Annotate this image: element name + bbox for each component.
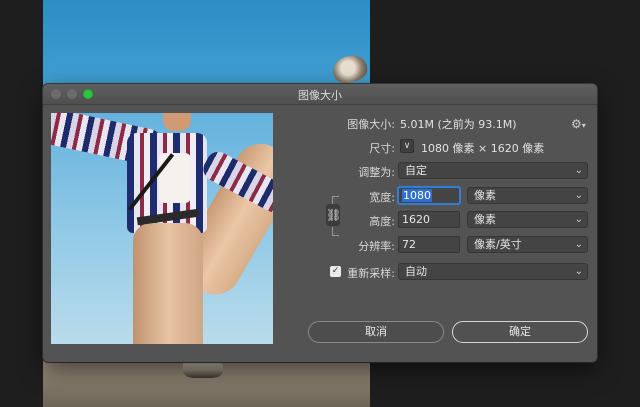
image-preview[interactable]	[51, 113, 273, 344]
chevron-down-icon: ⌄	[574, 239, 583, 250]
preview-head	[163, 113, 191, 131]
image-size-dialog: 图像大小 图像大小: 5.01M (之前为 93.1M) ⚙▾ 尺寸: ∨ 10…	[43, 84, 597, 362]
photo-shoe-top	[330, 52, 370, 86]
cancel-button[interactable]: 取消	[308, 321, 444, 343]
height-unit-select[interactable]: 像素 ⌄	[467, 211, 588, 228]
resample-select[interactable]: 自动 ⌄	[398, 263, 588, 280]
width-value: 1080	[402, 189, 432, 202]
resample-value: 自动	[405, 265, 427, 278]
image-size-label: 图像大小:	[347, 118, 395, 131]
dialog-title: 图像大小	[298, 89, 342, 102]
height-input[interactable]: 1620	[398, 211, 460, 228]
height-value: 1620	[402, 213, 430, 226]
dimensions-value: 1080 像素 × 1620 像素	[421, 142, 545, 155]
width-unit-value: 像素	[474, 189, 496, 202]
chevron-down-icon: ∨	[403, 141, 411, 151]
resolution-unit-value: 像素/英寸	[474, 238, 522, 251]
width-input[interactable]: 1080	[398, 187, 460, 204]
chevron-down-icon: ⌄	[574, 190, 583, 201]
fit-to-value: 自定	[405, 164, 427, 177]
dimensions-unit-toggle[interactable]: ∨	[400, 139, 414, 153]
resolution-label: 分辨率:	[358, 240, 395, 253]
fit-to-select[interactable]: 自定 ⌄	[398, 162, 588, 179]
ok-button[interactable]: 确定	[452, 321, 588, 343]
dialog-titlebar: 图像大小	[43, 84, 597, 105]
chevron-down-icon: ⌄	[574, 266, 583, 277]
height-label: 高度:	[369, 215, 395, 228]
dimensions-label: 尺寸:	[369, 142, 395, 155]
fit-to-label: 调整为:	[358, 166, 395, 179]
resolution-input[interactable]: 72	[398, 236, 460, 253]
image-size-value: 5.01M (之前为 93.1M)	[400, 118, 517, 131]
gear-icon[interactable]: ⚙▾	[571, 117, 586, 131]
width-label: 宽度:	[369, 191, 395, 204]
chevron-down-icon: ⌄	[574, 214, 583, 225]
resample-checkbox[interactable]: ✓	[330, 266, 341, 277]
height-unit-value: 像素	[474, 213, 496, 226]
resample-label: 重新采样:	[347, 267, 395, 280]
width-unit-select[interactable]: 像素 ⌄	[467, 187, 588, 204]
preview-leg-standing	[133, 223, 203, 344]
link-icon[interactable]: ⛓	[326, 204, 341, 226]
resolution-unit-select[interactable]: 像素/英寸 ⌄	[467, 236, 588, 253]
chevron-down-icon: ⌄	[574, 165, 583, 176]
resolution-value: 72	[402, 238, 416, 251]
